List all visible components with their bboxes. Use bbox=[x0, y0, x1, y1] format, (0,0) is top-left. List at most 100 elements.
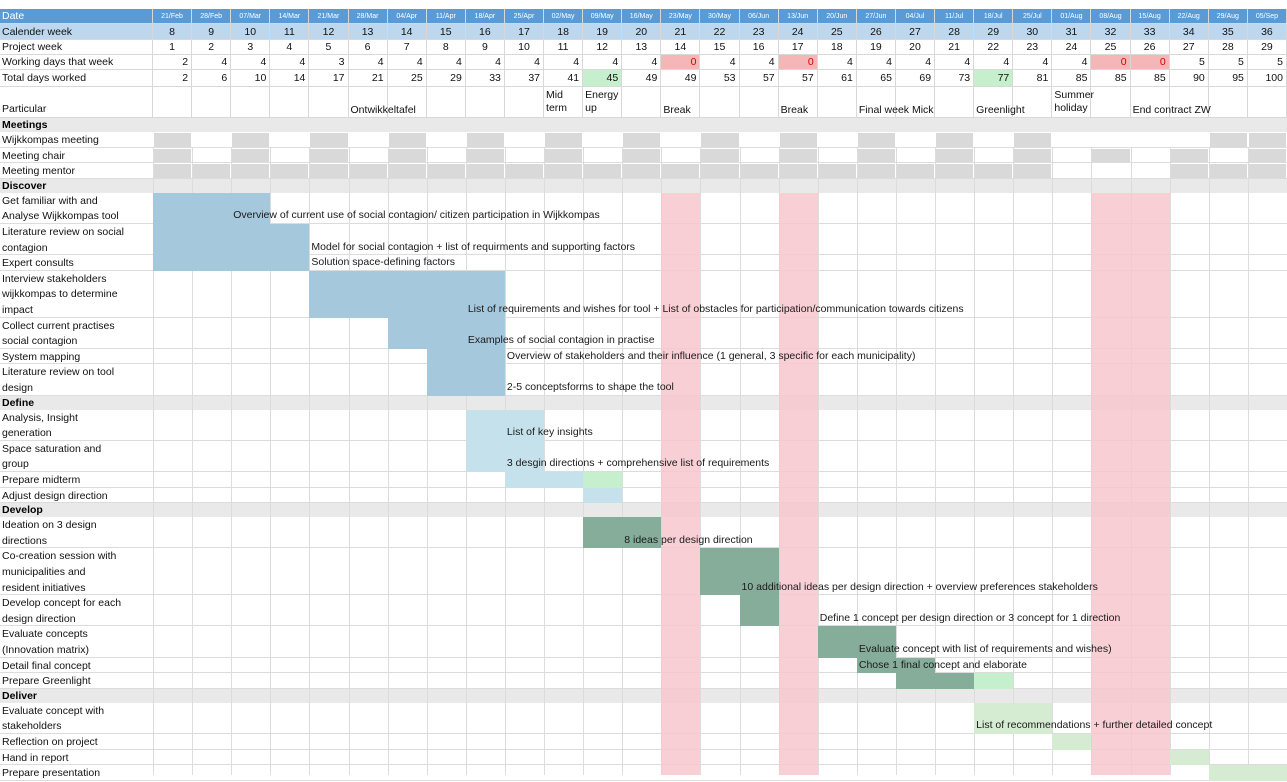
working-days-cell: 4 bbox=[270, 55, 310, 70]
date-label: Date bbox=[0, 9, 153, 24]
total-days-cell: 21 bbox=[348, 70, 388, 87]
total-days-cell: 65 bbox=[856, 70, 896, 87]
column-divider bbox=[817, 148, 819, 775]
meeting-slot bbox=[857, 164, 895, 178]
calendar-week-cell: 36 bbox=[1247, 24, 1287, 40]
date-cell: 05/Sep bbox=[1247, 9, 1287, 24]
meeting-slot bbox=[154, 133, 192, 147]
particular-note: Break bbox=[663, 104, 691, 116]
particular-cell bbox=[935, 87, 975, 118]
particular-cell bbox=[192, 87, 232, 118]
date-cell: 11/Apr bbox=[426, 9, 466, 24]
project-week-cell: 15 bbox=[700, 40, 740, 55]
total-days-cell: 41 bbox=[544, 70, 584, 87]
meeting-slot bbox=[505, 164, 544, 178]
calendar-week-cell: 32 bbox=[1091, 24, 1131, 40]
task-bar bbox=[153, 192, 271, 224]
task-bar bbox=[974, 702, 1053, 734]
define-task-label: Prepare midterm bbox=[2, 474, 81, 486]
working-days-cell: 4 bbox=[700, 55, 740, 70]
meeting-slot bbox=[1014, 164, 1052, 178]
meeting-slot bbox=[936, 148, 974, 163]
meeting-slot bbox=[662, 164, 700, 178]
column-divider bbox=[348, 148, 350, 775]
task-bar bbox=[153, 224, 310, 271]
meeting-slot bbox=[1170, 164, 1208, 178]
section-meetings: Meetings bbox=[0, 118, 1287, 132]
calendar-week-cell: 25 bbox=[817, 24, 857, 40]
meeting-slot bbox=[271, 164, 309, 178]
develop-task-label: Detail final concept bbox=[2, 659, 91, 672]
project-week-cell: 23 bbox=[1013, 40, 1053, 55]
meeting-slot bbox=[154, 164, 192, 178]
date-cell: 16/May bbox=[622, 9, 662, 24]
total-days-cell: 81 bbox=[1013, 70, 1053, 87]
project-week-cell: 3 bbox=[231, 40, 271, 55]
date-cell: 11/Jul bbox=[935, 9, 975, 24]
calendar-week-cell: 18 bbox=[544, 24, 584, 40]
calendar-week-cell: 20 bbox=[622, 24, 662, 40]
develop-task-label: Develop concept for each design directio… bbox=[2, 597, 122, 625]
project-week-cell: 19 bbox=[856, 40, 896, 55]
discover-task-label: Expert consults bbox=[2, 257, 74, 270]
particular-cell bbox=[1091, 87, 1131, 118]
meeting-slot bbox=[779, 133, 817, 147]
meeting-slot bbox=[1248, 148, 1286, 163]
task-bar bbox=[1052, 734, 1092, 750]
task-bar bbox=[895, 673, 975, 689]
total-days-cell: 61 bbox=[817, 70, 857, 87]
particular-cell bbox=[739, 87, 779, 118]
project-week-cell: 20 bbox=[895, 40, 936, 55]
total-days-cell: 90 bbox=[1169, 70, 1209, 87]
working-days-cell: 4 bbox=[1052, 55, 1092, 70]
project-week-cell: 4 bbox=[270, 40, 310, 55]
particular-cell bbox=[426, 87, 466, 118]
discover-task-label: Collect current practises social contagi… bbox=[2, 319, 115, 348]
meeting-slot bbox=[232, 148, 270, 163]
task-bar bbox=[426, 348, 505, 396]
working-days-cell: 4 bbox=[739, 55, 779, 70]
particular-note: Energy up bbox=[585, 89, 619, 114]
column-divider bbox=[387, 148, 389, 775]
particular-cell bbox=[270, 87, 310, 118]
deliver-task-label: Reflection on project bbox=[2, 736, 98, 748]
task-bar bbox=[1208, 765, 1287, 781]
meeting-slot bbox=[154, 148, 192, 163]
total-days-cell: 6 bbox=[192, 70, 232, 87]
particular-cell bbox=[622, 87, 662, 118]
date-cell: 02/May bbox=[544, 9, 584, 24]
meeting-slot bbox=[1209, 164, 1247, 178]
date-cell: 25/Jul bbox=[1013, 9, 1053, 24]
define-task-label: Space saturation and group bbox=[2, 442, 102, 471]
calendar-week-cell: 24 bbox=[778, 24, 818, 40]
date-cell: 15/Aug bbox=[1130, 9, 1170, 24]
total-days-cell: 14 bbox=[270, 70, 310, 87]
meeting-slot bbox=[1170, 148, 1208, 163]
working-days-cell: 4 bbox=[465, 55, 505, 70]
project-week-cell: 12 bbox=[583, 40, 623, 55]
date-cell: 07/Mar bbox=[231, 9, 271, 24]
total-days-label: Total days worked bbox=[0, 70, 153, 87]
meetings-task-label: Meeting chair bbox=[2, 149, 66, 162]
deliver-task-label: Evaluate concept with stakeholders bbox=[2, 704, 105, 733]
date-cell: 21/Feb bbox=[153, 9, 193, 24]
project-week-cell: 18 bbox=[817, 40, 857, 55]
meeting-slot bbox=[740, 164, 778, 178]
meeting-slot bbox=[388, 133, 426, 147]
task-bar bbox=[856, 657, 936, 674]
break-column bbox=[1091, 192, 1170, 775]
working-days-cell: 4 bbox=[935, 55, 975, 70]
discover-task-label: System mapping bbox=[2, 350, 81, 363]
particular-note: Summer holiday bbox=[1054, 89, 1095, 114]
task-bar bbox=[583, 487, 623, 504]
total-days-cell: 29 bbox=[426, 70, 466, 87]
meeting-slot bbox=[818, 164, 856, 178]
task-bar bbox=[583, 517, 662, 549]
meeting-slot bbox=[623, 164, 661, 178]
date-cell: 18/Jul bbox=[974, 9, 1014, 24]
total-days-cell: 85 bbox=[1052, 70, 1092, 87]
column-divider bbox=[739, 148, 741, 775]
working-days-cell: 4 bbox=[544, 55, 584, 70]
date-cell: 21/Mar bbox=[309, 9, 349, 24]
deliver-task-label: Hand in report bbox=[2, 751, 69, 764]
